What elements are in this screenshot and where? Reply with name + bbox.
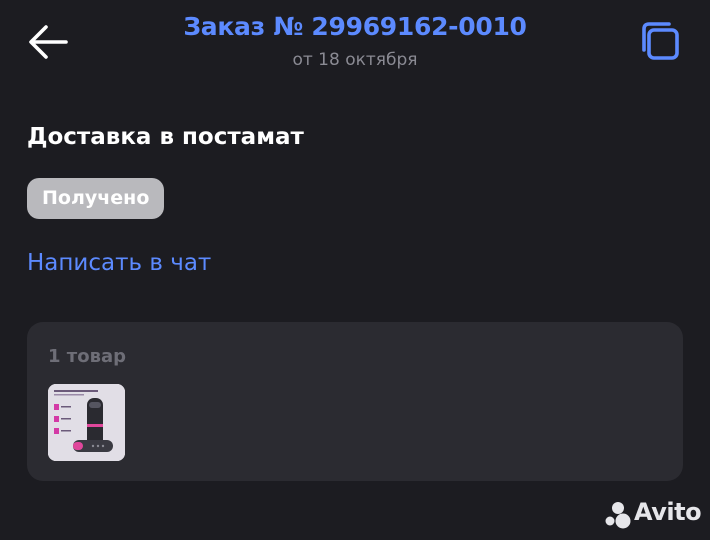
order-date: от 18 октября <box>292 50 418 70</box>
copy-icon[interactable] <box>638 20 684 64</box>
avito-logo-icon <box>605 502 631 529</box>
avito-brand-text: Avito <box>634 498 702 526</box>
order-header: Заказ № 29969162-0010 от 18 октября <box>0 0 710 90</box>
hair-curler-product-image <box>48 384 125 461</box>
delivery-type-title: Доставка в постамат <box>27 124 304 150</box>
items-count-label: 1 товар <box>48 346 127 367</box>
order-title: Заказ № 29969162-0010 <box>183 12 527 41</box>
status-badge: Получено <box>27 178 165 219</box>
write-to-chat-link[interactable]: Написать в чат <box>27 250 211 276</box>
product-thumbnail[interactable] <box>48 384 125 461</box>
order-items-card: 1 товар <box>27 322 683 481</box>
